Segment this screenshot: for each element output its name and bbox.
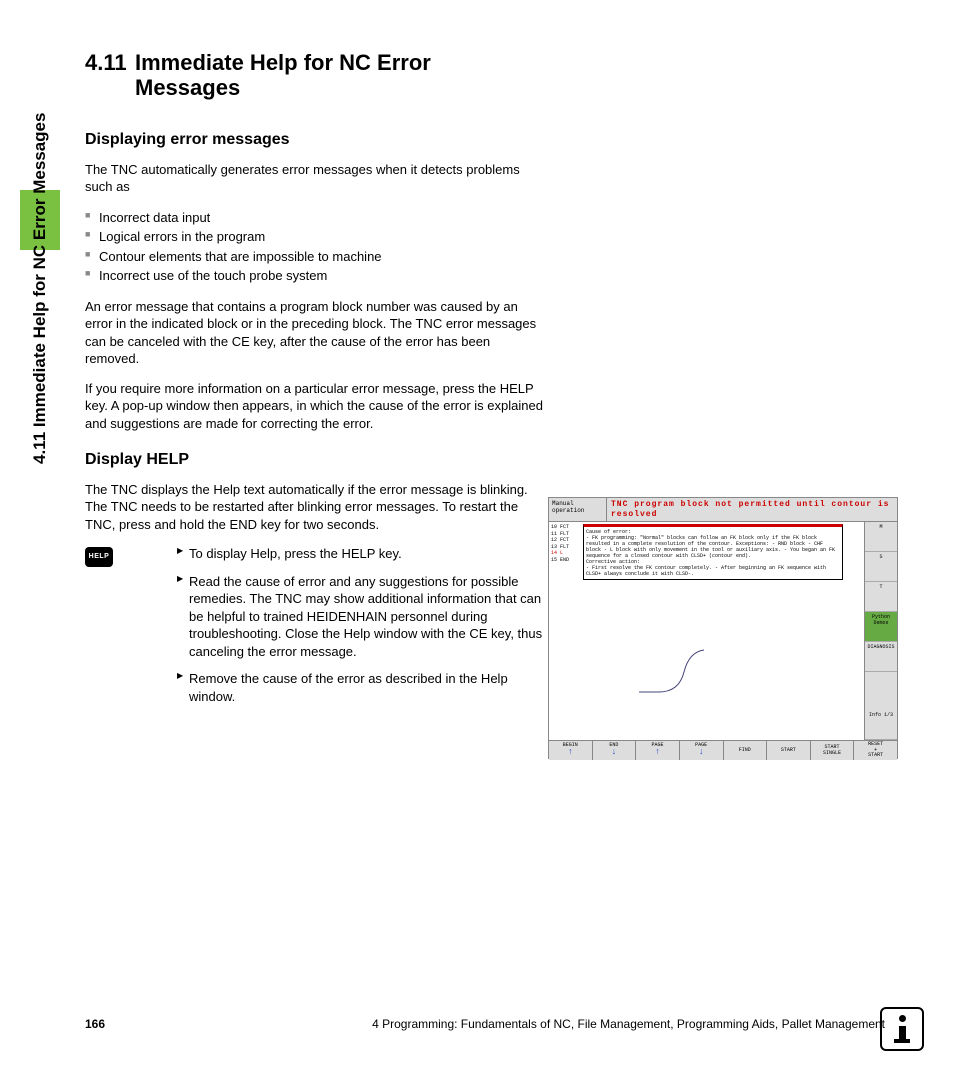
ss-help-popup: Cause of error: - FK programming: "Norma… [583,524,843,580]
arrow-up-icon [568,748,573,758]
section1-p3: If you require more information on a par… [85,380,545,433]
page-number: 166 [85,1017,105,1031]
sk-begin[interactable]: BEGIN [549,741,593,760]
ss-sb-python[interactable]: Python Demos [865,612,897,642]
ss-sb-s[interactable]: S [865,552,897,582]
step: Remove the cause of the error as describ… [177,670,545,705]
bullet: Incorrect data input [85,208,545,228]
ss-main-area: 10 FCT 11 FLT 12 FCT 13 FLT 14 L 15 END … [549,522,865,740]
ss-sb-m[interactable]: M [865,522,897,552]
page-heading: 4.11Immediate Help for NC Error Messages [85,50,545,101]
code-line: 10 FCT [551,524,569,531]
heading-title: Immediate Help for NC Error Messages [135,50,515,101]
ss-softkey-row: BEGIN END PAGE PAGE FIND START STARTSING… [549,740,897,760]
sk-reset-start[interactable]: RESET+START [854,741,897,760]
ss-sb-t[interactable]: T [865,582,897,612]
ss-sb-diagnosis[interactable]: DIAGNOSIS [865,642,897,672]
ss-code-list: 10 FCT 11 FLT 12 FCT 13 FLT 14 L 15 END [551,524,569,563]
ss-mode-label: Manual operation [549,498,607,521]
sk-start[interactable]: START [767,741,811,760]
code-line: 15 END [551,557,569,564]
step: Read the cause of error and any suggesti… [177,573,545,661]
help-steps-block: HELP To display Help, press the HELP key… [85,545,545,705]
section2-intro: The TNC displays the Help text automatic… [85,481,545,534]
ss-body: 10 FCT 11 FLT 12 FCT 13 FLT 14 L 15 END … [549,522,897,740]
sk-end[interactable]: END [593,741,637,760]
section1-bullets: Incorrect data input Logical errors in t… [85,208,545,286]
code-line: 12 FCT [551,537,569,544]
side-tab: 4.11 Immediate Help for NC Error Message… [20,50,60,470]
arrow-down-icon [698,748,703,758]
chapter-title: 4 Programming: Fundamentals of NC, File … [372,1017,885,1031]
heading-number: 4.11 [85,50,135,75]
popup-cause-text: - FK programming: "Normal" blocks can fo… [586,535,840,559]
section1-intro: The TNC automatically generates error me… [85,161,545,196]
section1-p2: An error message that contains a program… [85,298,545,368]
side-tab-title: 4.11 Immediate Help for NC Error Message… [20,50,60,470]
ss-sidebar: M S T Python Demos DIAGNOSIS Info 1/3 [865,522,897,740]
steps-list: To display Help, press the HELP key. Rea… [177,545,545,705]
bullet: Contour elements that are impossible to … [85,247,545,267]
info-icon [880,1007,924,1051]
bullet: Incorrect use of the touch probe system [85,266,545,286]
popup-action-text: - First resolve the FK contour completel… [586,565,840,577]
help-key-icon: HELP [85,547,113,567]
sk-page-down[interactable]: PAGE [680,741,724,760]
ss-sb-spacer [865,672,897,710]
ss-sb-info[interactable]: Info 1/3 [865,710,897,740]
arrow-up-icon [655,748,660,758]
ss-contour-graph [629,642,719,702]
sk-page-up[interactable]: PAGE [636,741,680,760]
bullet: Logical errors in the program [85,227,545,247]
ss-header: Manual operation TNC program block not p… [549,498,897,522]
step: To display Help, press the HELP key. [177,545,545,563]
section2-title: Display HELP [85,451,545,469]
tnc-screenshot: Manual operation TNC program block not p… [548,497,898,759]
ss-error-title: TNC program block not permitted until co… [607,498,897,521]
section1-title: Displaying error messages [85,131,545,149]
arrow-down-icon [611,748,616,758]
page-footer: 166 4 Programming: Fundamentals of NC, F… [85,1017,885,1031]
main-content: 4.11Immediate Help for NC Error Messages… [85,50,545,716]
sk-find[interactable]: FIND [724,741,768,760]
sk-start-single[interactable]: STARTSINGLE [811,741,855,760]
